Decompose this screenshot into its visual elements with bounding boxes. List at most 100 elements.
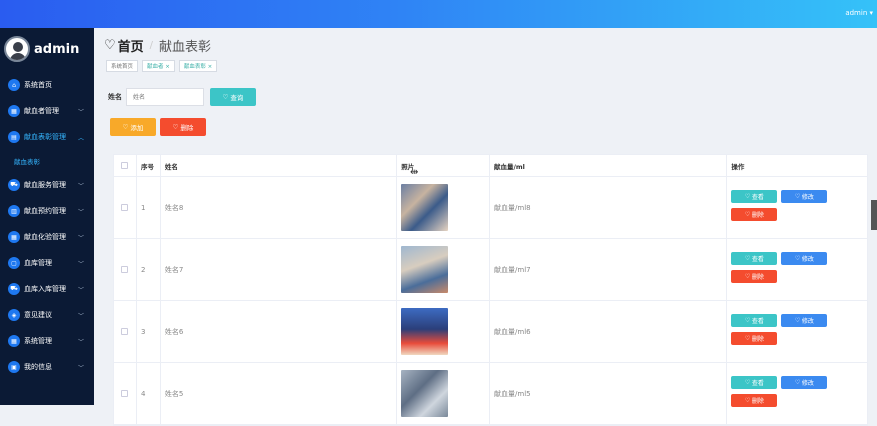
scrollbar[interactable] xyxy=(871,200,877,230)
brand-name: admin xyxy=(34,41,80,57)
chat-icon: ▢ xyxy=(8,257,20,269)
table-row: 3 姓名6 献血量/ml6 ♡ 查看 ♡ 修改 ♡ 删除 xyxy=(114,301,867,363)
heart-icon: ♡ xyxy=(744,335,752,342)
donor-photo[interactable] xyxy=(401,246,449,293)
search-button[interactable]: ♡ 查询 xyxy=(210,88,256,106)
top-bar: admin ▾ xyxy=(0,0,877,28)
edit-button[interactable]: ♡ 修改 xyxy=(781,313,828,327)
view-button[interactable]: ♡ 查看 xyxy=(731,313,778,327)
heart-icon: ♡ xyxy=(104,38,116,53)
chevron-down-icon: ﹀ xyxy=(77,365,84,372)
sidebar-item-7[interactable]: ⛟ 血库入库管理 ﹀ xyxy=(0,276,94,302)
delete-button[interactable]: ♡ 删除 xyxy=(731,331,778,345)
delete-label: 删除 xyxy=(751,212,764,219)
heart-icon: ♡ xyxy=(744,273,752,280)
heart-icon: ♡ xyxy=(794,193,802,200)
sidebar-item-3[interactable]: ⛟ 献血服务管理 ﹀ xyxy=(0,172,94,198)
sidebar-item-4[interactable]: ▥ 献血预约管理 ﹀ xyxy=(0,198,94,224)
sidebar-item-10[interactable]: ▣ 我的信息 ﹀ xyxy=(0,354,94,380)
donor-photo[interactable] xyxy=(401,184,449,231)
search-input[interactable] xyxy=(126,88,204,106)
batch-delete-label: 删除 xyxy=(180,125,194,132)
user-menu[interactable]: admin ▾ xyxy=(845,9,873,17)
delete-label: 删除 xyxy=(751,336,764,343)
sidebar-item-label: 血库入库管理 xyxy=(24,285,66,293)
chevron-down-icon: ﹀ xyxy=(77,209,84,216)
breadcrumb-current: 献血表彰 xyxy=(159,40,212,55)
sidebar-item-0[interactable]: ⌂ 系统首页 xyxy=(0,72,94,98)
row-amount: 献血量/ml7 xyxy=(490,239,728,300)
search-bar: 姓名 ♡ 查询 xyxy=(108,88,256,106)
row-checkbox[interactable] xyxy=(121,266,129,273)
table-row: 1 姓名8 献血量/ml8 ♡ 查看 ♡ 修改 ♡ 删除 xyxy=(114,177,867,239)
chevron-up-icon: ︿ xyxy=(77,135,84,142)
brand: admin xyxy=(4,34,79,64)
sidebar-item-1[interactable]: ▦ 献血者管理 ﹀ xyxy=(0,98,94,124)
grid-icon: ▦ xyxy=(8,231,20,243)
sidebar-subitem-commendation[interactable]: 献血表彰 xyxy=(0,150,94,172)
sidebar-item-8[interactable]: ◈ 意见建议 ﹀ xyxy=(0,302,94,328)
sidebar-item-9[interactable]: ▦ 系统管理 ﹀ xyxy=(0,328,94,354)
edit-label: 修改 xyxy=(801,194,814,201)
row-index: 1 xyxy=(137,177,161,238)
truck-icon: ⛟ xyxy=(8,179,20,191)
donor-photo[interactable] xyxy=(401,308,449,355)
view-label: 查看 xyxy=(751,318,764,325)
heart-icon: ♡ xyxy=(744,211,752,218)
tag-donor[interactable]: 献血者 × xyxy=(142,60,175,72)
main-content: ♡ 首页 / 献血表彰 系统首页 献血者 × 献血表彰 × 姓名 ♡ 查询 ♡ … xyxy=(94,28,877,426)
shield-icon: ◈ xyxy=(8,309,20,321)
edit-label: 修改 xyxy=(801,256,814,263)
row-checkbox[interactable] xyxy=(121,328,129,335)
heart-icon: ♡ xyxy=(172,124,181,131)
avatar xyxy=(4,36,30,62)
page-title: ♡ 首页 / 献血表彰 xyxy=(104,36,211,55)
sidebar-item-6[interactable]: ▢ 血库管理 ﹀ xyxy=(0,250,94,276)
delete-label: 删除 xyxy=(751,398,764,405)
edit-button[interactable]: ♡ 修改 xyxy=(781,375,828,389)
chevron-down-icon: ﹀ xyxy=(77,313,84,320)
select-all-checkbox[interactable] xyxy=(121,162,129,169)
row-index: 2 xyxy=(137,239,161,300)
heart-icon: ♡ xyxy=(794,255,802,262)
add-button[interactable]: ♡ 添加 xyxy=(110,118,156,136)
row-name: 姓名8 xyxy=(161,177,398,238)
view-button[interactable]: ♡ 查看 xyxy=(731,375,778,389)
book-icon: ▤ xyxy=(8,131,20,143)
donor-photo[interactable] xyxy=(401,370,449,417)
edit-button[interactable]: ♡ 修改 xyxy=(781,189,828,203)
view-label: 查看 xyxy=(751,256,764,263)
tag-commendation[interactable]: 献血表彰 × xyxy=(178,60,218,72)
sidebar-item-2[interactable]: ▤ 献血表彰管理 ︿ xyxy=(0,124,94,150)
grid-icon: ▦ xyxy=(8,105,20,117)
chevron-down-icon: ﹀ xyxy=(77,339,84,346)
delete-button[interactable]: ♡ 删除 xyxy=(731,269,778,283)
header-amount: 献血量/ml xyxy=(490,155,728,176)
tag-home[interactable]: 系统首页 xyxy=(106,60,139,72)
tab-tags: 系统首页 献血者 × 献血表彰 × xyxy=(106,60,221,72)
view-button[interactable]: ♡ 查看 xyxy=(731,251,778,265)
chevron-down-icon: ﹀ xyxy=(77,109,84,116)
row-index: 4 xyxy=(137,363,161,424)
delete-label: 删除 xyxy=(751,274,764,281)
edit-label: 修改 xyxy=(801,318,814,325)
row-checkbox[interactable] xyxy=(121,390,129,397)
table-row: 4 姓名5 献血量/ml5 ♡ 查看 ♡ 修改 ♡ 删除 xyxy=(114,363,867,425)
row-amount: 献血量/ml6 xyxy=(490,301,728,362)
delete-button[interactable]: ♡ 删除 xyxy=(731,207,778,221)
chevron-down-icon: ﹀ xyxy=(77,261,84,268)
card-icon: ▣ xyxy=(8,361,20,373)
sidebar-item-label: 意见建议 xyxy=(24,311,52,319)
breadcrumb-home[interactable]: 首页 xyxy=(118,36,144,55)
view-button[interactable]: ♡ 查看 xyxy=(731,189,778,203)
chevron-down-icon: ﹀ xyxy=(77,183,84,190)
heart-icon: ♡ xyxy=(794,379,802,386)
sidebar-item-5[interactable]: ▦ 献血化验管理 ﹀ xyxy=(0,224,94,250)
header-index: 序号 xyxy=(137,155,161,176)
edit-button[interactable]: ♡ 修改 xyxy=(781,251,828,265)
resize-cursor-icon: ⇹ xyxy=(410,167,419,178)
heart-icon: ♡ xyxy=(744,397,752,404)
row-amount: 献血量/ml5 xyxy=(490,363,728,424)
row-checkbox[interactable] xyxy=(121,204,129,211)
batch-delete-button[interactable]: ♡ 删除 xyxy=(160,118,206,136)
